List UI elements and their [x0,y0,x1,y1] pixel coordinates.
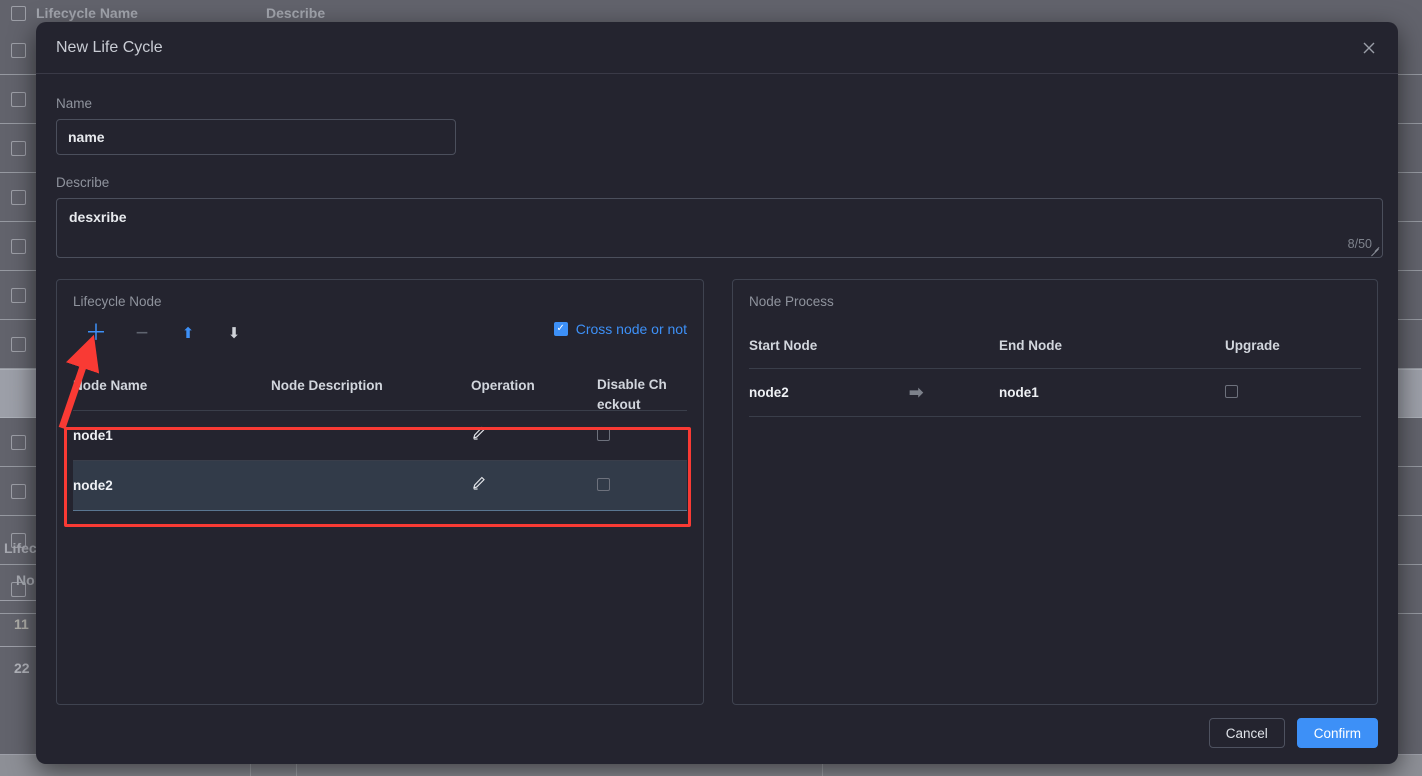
node-process-rows: node2 ➡ node1 [749,369,1361,417]
column-upgrade: Upgrade [1225,338,1280,353]
column-node-name: Node Name [73,378,148,393]
column-operation: Operation [471,378,535,393]
cell-disable-checkout [597,477,687,494]
cell-disable-checkout [597,427,687,444]
table-row[interactable]: node1 [73,411,687,461]
table-row[interactable]: node2 [73,461,687,511]
node-process-panel: Node Process Start Node End Node Upgrade… [732,279,1378,705]
lifecycle-node-panel-title: Lifecycle Node [73,294,162,309]
node-process-table-header: Start Node End Node Upgrade [749,323,1361,369]
close-icon[interactable] [1358,37,1380,59]
column-start-node: Start Node [749,338,818,353]
lifecycle-node-table-header: Node Name Node Description Operation Dis… [73,359,687,412]
column-node-description: Node Description [271,378,383,393]
name-input[interactable] [56,119,456,155]
cell-operation [471,476,597,495]
lifecycle-node-rows: node1 node2 [73,411,687,511]
node-process-panel-title: Node Process [749,294,834,309]
checkbox-checked-icon: ✓ [553,322,568,336]
edit-pencil-icon[interactable] [471,426,486,445]
dialog-body: Name Describe desxribe 8/50 Lifecycle No… [36,74,1398,764]
name-field-label: Name [56,96,93,111]
cell-operation [471,426,597,445]
checkbox-icon[interactable] [597,477,610,491]
describe-value: desxribe [69,209,127,225]
remove-node-button[interactable]: − [119,322,165,344]
move-down-button[interactable]: ⬇ [211,326,257,341]
cell-node-name: node1 [73,428,113,443]
cross-node-checkbox[interactable]: ✓ Cross node or not [553,321,687,337]
table-row[interactable]: node2 ➡ node1 [749,369,1361,417]
describe-textarea[interactable]: desxribe 8/50 [56,198,1383,258]
cell-upgrade [1225,384,1345,401]
add-node-button[interactable]: ＋ [73,322,119,344]
dialog-title: New Life Cycle [56,38,163,56]
cancel-button[interactable]: Cancel [1208,718,1285,748]
cell-node-name: node2 [73,478,113,493]
lifecycle-node-panel: Lifecycle Node ＋ − ⬆ ⬇ ✓ Cross node or n… [56,279,704,705]
new-life-cycle-dialog: New Life Cycle Name Describe desxribe 8/… [36,22,1398,764]
column-end-node: End Node [999,338,1062,353]
cell-end-node: node1 [999,385,1039,400]
column-disable-checkout: Disable Ch eckout [597,377,667,412]
panels-container: Lifecycle Node ＋ − ⬆ ⬇ ✓ Cross node or n… [56,279,1378,705]
cross-node-label: Cross node or not [575,321,687,337]
resize-handle-icon[interactable] [1369,244,1381,256]
lifecycle-node-table: Node Name Node Description Operation Dis… [73,359,687,511]
confirm-button[interactable]: Confirm [1296,718,1378,748]
checkbox-icon[interactable] [1225,384,1238,398]
dialog-header: New Life Cycle [36,22,1398,74]
dialog-footer: Cancel Confirm [1208,718,1378,748]
arrow-right-icon: ➡ [909,382,924,402]
edit-pencil-icon[interactable] [471,476,486,495]
cell-start-node: node2 [749,385,789,400]
move-up-button[interactable]: ⬆ [165,326,211,341]
describe-field-label: Describe [56,175,110,190]
checkbox-icon[interactable] [597,427,610,441]
lifecycle-node-toolbar: ＋ − ⬆ ⬇ ✓ Cross node or not [73,321,687,345]
